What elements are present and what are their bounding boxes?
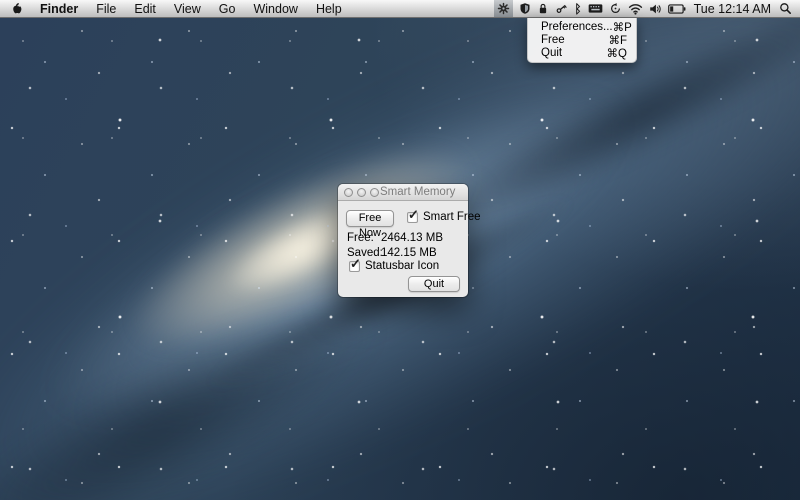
window-content: Free Now ✓ Smart Free Free: 2464.13 MB S…: [338, 201, 468, 297]
shield-icon[interactable]: [519, 0, 531, 17]
saved-value: 142.15 MB: [381, 247, 437, 259]
smart-memory-menubar-icon[interactable]: [494, 0, 513, 17]
menubar-item-file[interactable]: File: [87, 0, 125, 17]
desktop: Finder File Edit View Go Window Help: [0, 0, 800, 500]
minimize-button[interactable]: [357, 188, 366, 197]
menu-bar: Finder File Edit View Go Window Help: [0, 0, 800, 18]
battery-icon[interactable]: [668, 0, 686, 17]
menubar-app-name[interactable]: Finder: [31, 0, 87, 17]
menu-item-preferences[interactable]: Preferences... ⌘P: [528, 20, 636, 33]
close-button[interactable]: [344, 188, 353, 197]
menu-item-shortcut: ⌘P: [613, 20, 632, 34]
menubar-clock[interactable]: Tue 12:14 AM: [692, 2, 773, 16]
menu-item-free[interactable]: Free ⌘F: [528, 33, 636, 46]
free-label: Free:: [347, 232, 374, 244]
menu-item-label: Free: [541, 34, 565, 46]
smart-memory-status-menu: Preferences... ⌘P Free ⌘F Quit ⌘Q: [527, 18, 637, 63]
window-title: Smart Memory: [380, 186, 455, 198]
smart-free-checkbox[interactable]: ✓: [407, 212, 418, 223]
menu-item-label: Quit: [541, 47, 562, 59]
menubar-item-window[interactable]: Window: [244, 0, 306, 17]
menu-item-quit[interactable]: Quit ⌘Q: [528, 46, 636, 59]
menubar-item-help[interactable]: Help: [307, 0, 351, 17]
wifi-icon[interactable]: [628, 0, 643, 17]
quit-button[interactable]: Quit: [408, 276, 460, 292]
zoom-button[interactable]: [370, 188, 379, 197]
statusbar-icon-label: Statusbar Icon: [365, 260, 439, 272]
menu-item-shortcut: ⌘Q: [607, 46, 627, 60]
window-titlebar[interactable]: Smart Memory: [338, 184, 468, 201]
checkmark-icon: ✓: [408, 208, 419, 221]
statusbar-icon-checkbox[interactable]: ✓: [349, 261, 360, 272]
menubar-item-view[interactable]: View: [165, 0, 210, 17]
gear-icon: [497, 2, 510, 15]
checkmark-icon: ✓: [350, 257, 361, 270]
apple-menu[interactable]: [0, 0, 31, 17]
volume-icon[interactable]: [649, 0, 662, 17]
spotlight-icon[interactable]: [779, 0, 792, 17]
menubar-item-edit[interactable]: Edit: [125, 0, 165, 17]
key-icon[interactable]: [555, 0, 568, 17]
apple-logo-icon: [10, 1, 23, 16]
lock-icon[interactable]: [537, 0, 549, 17]
menu-item-shortcut: ⌘F: [608, 33, 627, 47]
keyboard-icon[interactable]: [588, 0, 603, 17]
bluetooth-icon[interactable]: ᛒ: [574, 0, 581, 17]
menubar-item-go[interactable]: Go: [210, 0, 245, 17]
free-value: 2464.13 MB: [381, 232, 443, 244]
time-machine-icon[interactable]: [609, 0, 622, 17]
menu-item-label: Preferences...: [541, 21, 613, 33]
free-now-button[interactable]: Free Now: [346, 210, 394, 227]
smart-free-label: Smart Free: [423, 211, 481, 223]
smart-memory-window: Smart Memory Free Now ✓ Smart Free Free:…: [338, 184, 468, 297]
